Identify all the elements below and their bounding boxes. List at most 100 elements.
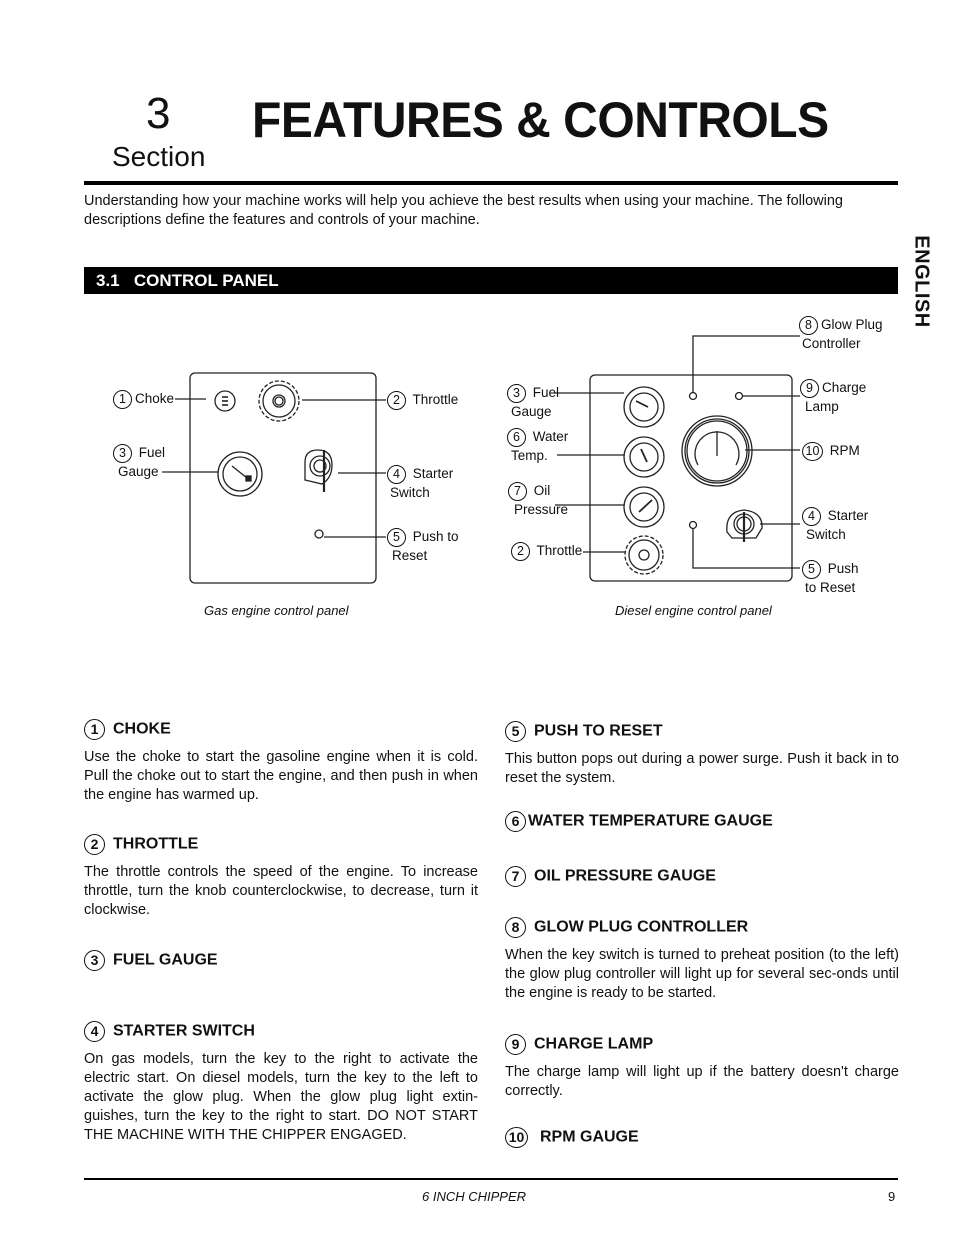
feature-title: CHARGE LAMP bbox=[534, 1035, 654, 1053]
feature-heading: 7 OIL PRESSURE GAUGE bbox=[505, 866, 716, 887]
callout-label: Pressure bbox=[514, 502, 569, 517]
page-number: 9 bbox=[888, 1189, 896, 1204]
feature-item-choke: 1 CHOKE Use the choke to start the gasoli… bbox=[84, 719, 478, 805]
feature-heading: 1 CHOKE bbox=[84, 719, 478, 740]
feature-item-oil-pressure: 7 OIL PRESSURE GAUGE bbox=[505, 866, 716, 887]
header-rule bbox=[84, 181, 898, 185]
callout-label: Fuel bbox=[532, 385, 560, 401]
callout-label: Reset bbox=[392, 548, 428, 563]
gas-panel-caption: Gas engine control panel bbox=[204, 603, 349, 618]
gas-callout-fuel-gauge: 3 Fuel Gauge bbox=[113, 444, 165, 481]
diesel-callout-glow-plug: 8 Glow Plug Controller bbox=[799, 316, 883, 353]
diesel-callout-charge-lamp: 9 Charge Lamp bbox=[800, 379, 866, 416]
callout-label: Gauge bbox=[511, 404, 552, 419]
callout-label: Fuel bbox=[138, 445, 166, 461]
callout-number: 3 bbox=[507, 384, 526, 403]
footer-rule bbox=[84, 1178, 898, 1180]
callout-label: Starter bbox=[412, 466, 454, 482]
feature-title: THROTTLE bbox=[113, 835, 199, 853]
feature-title: PUSH TO RESET bbox=[534, 722, 663, 740]
reset-button-icon bbox=[688, 520, 698, 530]
feature-heading: 9 CHARGE LAMP bbox=[505, 1034, 899, 1055]
feature-description: The throttle controls the speed of the e… bbox=[84, 864, 478, 918]
callout-label: Switch bbox=[390, 485, 430, 500]
subsection-header: 3.1 CONTROL PANEL bbox=[84, 267, 898, 294]
section-label: Section bbox=[112, 141, 206, 172]
callout-label: Gauge bbox=[118, 464, 159, 479]
callout-number: 4 bbox=[802, 507, 821, 526]
gas-callout-starter-switch: 4 Starter Switch bbox=[387, 465, 453, 502]
callout-label: Throttle bbox=[536, 543, 583, 559]
callout-label: Choke bbox=[135, 391, 175, 407]
feature-description: This button pops out during a power surg… bbox=[505, 751, 899, 786]
feature-item-push-to-reset: 5 PUSH TO RESET This button pops out duri… bbox=[505, 721, 899, 788]
callout-label: Lamp bbox=[805, 399, 839, 414]
feature-heading: 8 GLOW PLUG CONTROLLER bbox=[505, 917, 899, 938]
water-temp-gauge-icon bbox=[623, 436, 665, 478]
callout-number: 2 bbox=[511, 542, 530, 561]
feature-number: 10 bbox=[505, 1127, 528, 1148]
choke-knob-icon bbox=[214, 390, 236, 412]
page-title: FEATURES & CONTROLS bbox=[252, 92, 829, 148]
gas-callout-push-to-reset: 5 Push to Reset bbox=[387, 528, 459, 565]
callout-number: 9 bbox=[800, 379, 819, 398]
feature-description: The charge lamp will light up if the bat… bbox=[505, 1064, 899, 1099]
feature-description: On gas models, turn the key to the right… bbox=[84, 1051, 478, 1143]
callout-number: 2 bbox=[387, 391, 406, 410]
feature-item-fuel-gauge: 3 FUEL GAUGE bbox=[84, 950, 218, 971]
reset-button-icon bbox=[314, 529, 324, 539]
callout-number: 6 bbox=[507, 428, 526, 447]
callout-number: 7 bbox=[508, 482, 527, 501]
diesel-panel-illustration bbox=[554, 335, 800, 582]
diesel-callout-rpm: 10 RPM bbox=[802, 442, 860, 461]
diesel-callout-throttle: 2 Throttle bbox=[511, 542, 582, 561]
feature-heading: 10 RPM GAUGE bbox=[505, 1127, 639, 1148]
subsection-number: 3.1 bbox=[96, 271, 120, 290]
fuel-gauge-icon bbox=[217, 451, 263, 497]
callout-label: Throttle bbox=[412, 392, 459, 408]
diesel-callout-oil-pressure: 7 Oil Pressure bbox=[508, 482, 568, 519]
feature-number: 1 bbox=[84, 719, 105, 740]
callout-label: Charge bbox=[822, 380, 867, 396]
feature-title: FUEL GAUGE bbox=[113, 951, 218, 969]
callout-number: 5 bbox=[802, 560, 821, 579]
glow-plug-lamp-icon bbox=[688, 391, 698, 401]
throttle-knob-icon bbox=[258, 380, 300, 422]
feature-heading: 3 FUEL GAUGE bbox=[84, 950, 218, 971]
callout-number: 10 bbox=[802, 442, 823, 461]
feature-number: 8 bbox=[505, 917, 526, 938]
feature-title: WATER TEMPERATURE GAUGE bbox=[528, 812, 773, 830]
diesel-panel-caption: Diesel engine control panel bbox=[615, 603, 772, 618]
section-number: 3 bbox=[146, 89, 171, 138]
feature-title: OIL PRESSURE GAUGE bbox=[534, 867, 716, 885]
gas-callout-choke: 1 Choke bbox=[113, 390, 174, 409]
callout-label: Controller bbox=[802, 336, 861, 351]
feature-title: GLOW PLUG CONTROLLER bbox=[534, 918, 749, 936]
diesel-callout-push-to-reset: 5 Push to Reset bbox=[802, 560, 859, 597]
feature-number: 9 bbox=[505, 1034, 526, 1055]
fuel-gauge-icon bbox=[623, 386, 665, 428]
oil-pressure-gauge-icon bbox=[623, 486, 665, 528]
callout-number: 4 bbox=[387, 465, 406, 484]
callout-label: Oil bbox=[533, 483, 551, 499]
diesel-callout-fuel-gauge: 3 Fuel Gauge bbox=[507, 384, 559, 421]
feature-item-starter-switch: 4 STARTER SWITCH On gas models, turn the … bbox=[84, 1021, 478, 1145]
gas-panel-illustration bbox=[162, 372, 386, 584]
diesel-callout-water-temp: 6 Water Temp. bbox=[507, 428, 568, 465]
callout-label: Push bbox=[827, 561, 859, 577]
feature-heading: 4 STARTER SWITCH bbox=[84, 1021, 478, 1042]
callout-number: 5 bbox=[387, 528, 406, 547]
feature-item-water-temp: 6 WATER TEMPERATURE GAUGE bbox=[505, 811, 773, 832]
callout-label: Glow Plug bbox=[821, 317, 883, 333]
rpm-gauge-icon bbox=[681, 415, 753, 487]
callout-label: Temp. bbox=[511, 448, 548, 463]
callout-number: 3 bbox=[113, 444, 132, 463]
diesel-callout-starter-switch: 4 Starter Switch bbox=[802, 507, 868, 544]
feature-number: 5 bbox=[505, 721, 526, 742]
callout-number: 1 bbox=[113, 390, 132, 409]
starter-switch-icon bbox=[304, 449, 333, 492]
diesel-panel-frame bbox=[589, 374, 793, 582]
feature-description: When the key switch is turned to preheat… bbox=[505, 947, 899, 1001]
feature-heading: 2 THROTTLE bbox=[84, 834, 478, 855]
footer-product: 6 INCH CHIPPER bbox=[422, 1189, 527, 1204]
